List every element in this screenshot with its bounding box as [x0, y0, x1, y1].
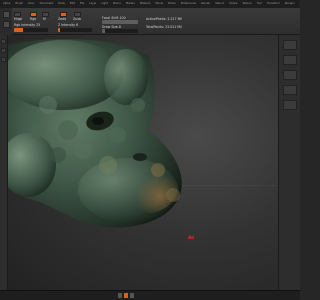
bottom-button-active[interactable] [124, 293, 128, 298]
menu-item-layer[interactable]: Layer [89, 0, 96, 8]
menu-item-draw[interactable]: Draw [58, 0, 65, 8]
rgb-intensity-slider[interactable] [14, 28, 48, 32]
menu-item-color[interactable]: Color [28, 0, 35, 8]
right-shelf [278, 35, 300, 290]
mrgb-label: Mrgb [14, 17, 23, 21]
shelf-button[interactable] [1, 39, 6, 44]
z-intensity-slider[interactable] [58, 28, 92, 32]
menu-item-movie[interactable]: Movie [155, 0, 163, 8]
zadd-label: Zadd [58, 17, 67, 21]
menu-item-material[interactable]: Material [140, 0, 151, 8]
menu-item-transform[interactable]: Transform [267, 0, 280, 8]
shelf-button[interactable] [282, 70, 297, 80]
menu-item-alpha[interactable]: Alpha [3, 0, 10, 8]
main-menu-bar: Alpha Brush Color Document Draw Edit File Layer… [0, 0, 300, 8]
menu-item-render[interactable]: Render [201, 0, 210, 8]
shelf-button[interactable] [282, 55, 297, 65]
menu-item-brush[interactable]: Brush [15, 0, 23, 8]
menu-item-marker[interactable]: Marker [126, 0, 135, 8]
rgb-intensity-label: Rgb Intensity 25 [14, 23, 41, 27]
menu-item-tool[interactable]: Tool [257, 0, 262, 8]
left-shelf [0, 35, 8, 290]
menu-item-picker[interactable]: Picker [168, 0, 176, 8]
active-points-readout: ActivePoints: 2.217 Mil [146, 17, 183, 21]
total-points-readout: TotalPoints: 23.021 Mil [146, 25, 182, 29]
shelf-button[interactable] [1, 48, 6, 53]
menu-item-preferences[interactable]: Preferences [181, 0, 196, 8]
bottom-button[interactable] [118, 293, 122, 298]
shelf-button[interactable] [282, 40, 297, 50]
sculpted-model [8, 39, 182, 228]
shelf-button[interactable] [282, 85, 297, 95]
bottom-shelf [0, 290, 300, 300]
focal-shift-slider[interactable] [102, 20, 138, 24]
menu-item-document[interactable]: Document [40, 0, 53, 8]
rgb-label: Rgb [30, 17, 37, 21]
menu-item-light[interactable]: Light [101, 0, 107, 8]
menu-item-macro[interactable]: Macro [113, 0, 121, 8]
tool-thumbnail[interactable] [2, 11, 10, 18]
z-intensity-label: Z Intensity 6 [58, 23, 79, 27]
red-stroke-marker [188, 235, 194, 239]
material-thumbnail[interactable] [2, 21, 10, 28]
menu-item-edit[interactable]: Edit [70, 0, 75, 8]
menu-item-stencil[interactable]: Stencil [215, 0, 224, 8]
tool-palette-stub [0, 8, 12, 35]
bottom-button[interactable] [130, 293, 134, 298]
brush-settings-bar: Mrgb Rgb M Rgb Intensity 25 Zadd Zsub Z … [0, 8, 300, 35]
shelf-button[interactable] [1, 57, 6, 62]
menu-item-zplugin[interactable]: Zplugin [285, 0, 295, 8]
menu-item-stroke[interactable]: Stroke [229, 0, 237, 8]
zsub-label: Zsub [73, 17, 81, 21]
draw-size-slider[interactable] [102, 29, 138, 33]
m-label: M [43, 17, 46, 21]
shelf-button[interactable] [282, 100, 297, 110]
document-canvas[interactable] [8, 35, 278, 290]
menu-item-file[interactable]: File [80, 0, 84, 8]
bottom-controls [118, 293, 142, 298]
menu-item-texture[interactable]: Texture [242, 0, 252, 8]
